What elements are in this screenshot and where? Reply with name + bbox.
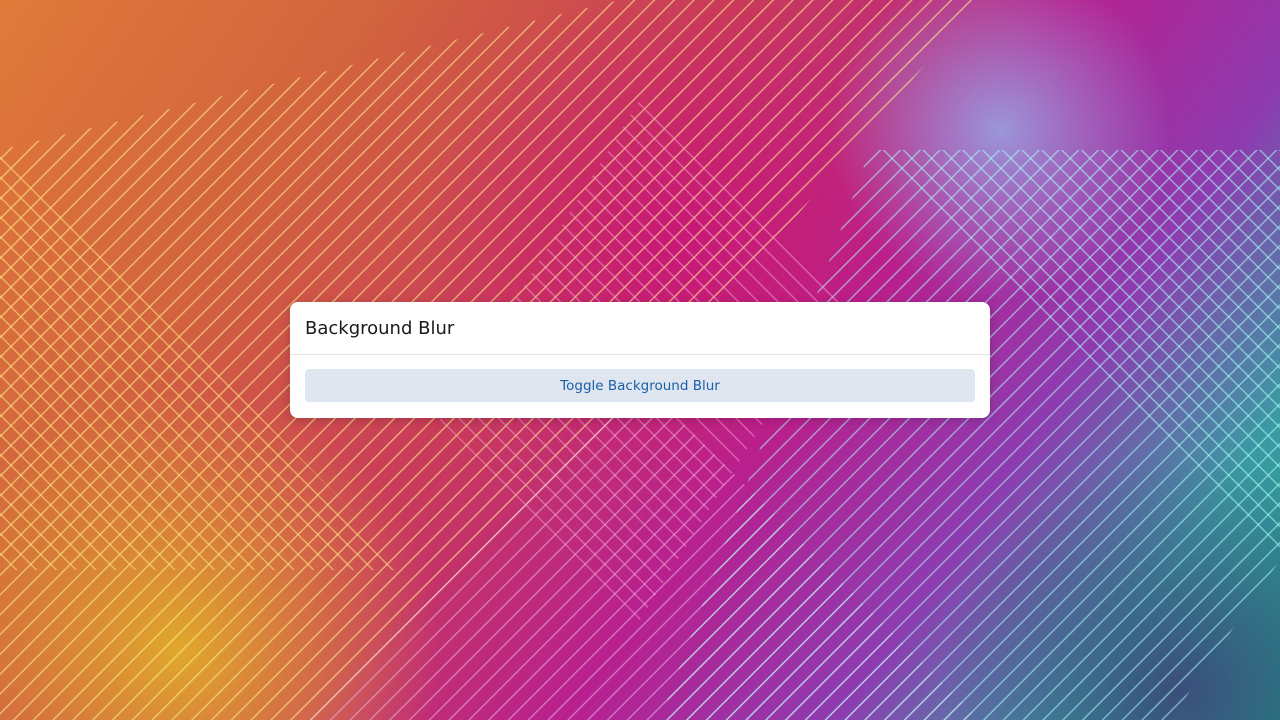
dialog-header: Background Blur (290, 302, 990, 355)
dialog-body: Toggle Background Blur (290, 355, 990, 402)
toggle-background-blur-button[interactable]: Toggle Background Blur (305, 369, 975, 402)
background-blur-dialog: Background Blur Toggle Background Blur (290, 302, 990, 418)
dialog-title: Background Blur (305, 317, 455, 339)
